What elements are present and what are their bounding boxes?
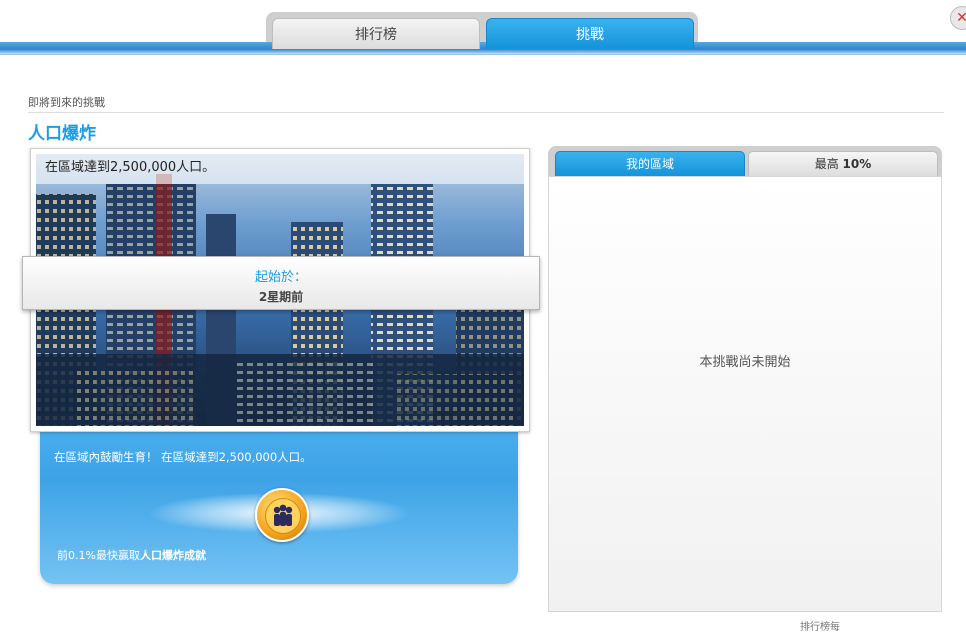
- footer-note: 排行榜每: [800, 622, 840, 633]
- people-icon: [273, 504, 293, 526]
- top-tab-bar: 排行榜 挑戰 ✕: [0, 0, 966, 58]
- tab-top-10-percent[interactable]: 最高 10%: [748, 151, 938, 177]
- tab-challenge[interactable]: 挑戰: [486, 18, 694, 49]
- section-divider: [28, 112, 944, 113]
- start-label: 起始於：: [254, 270, 307, 285]
- population-badge-icon: [255, 488, 309, 542]
- start-time-banner: 起始於： 2星期前: [22, 256, 540, 310]
- badge-inner: [265, 498, 301, 534]
- challenge-goal-caption: 在區域達到2,500,000人口。: [36, 154, 524, 184]
- reward-achievement: 人口爆炸成就: [139, 549, 206, 562]
- close-icon[interactable]: ✕: [950, 6, 966, 30]
- empty-message: 本挑戰尚未開始: [699, 355, 791, 370]
- tab-my-region[interactable]: 我的區域: [555, 151, 745, 177]
- challenge-title: 人口爆炸: [28, 124, 96, 144]
- challenge-description: 在區域內鼓勵生育！ 在區域達到2,500,000人口。: [54, 450, 312, 464]
- tab-top-value: 10%: [842, 157, 872, 171]
- region-leaderboard-panel: 本挑戰尚未開始: [548, 176, 942, 612]
- reward-prefix: 前0.1%最快贏取: [57, 549, 140, 562]
- tab-leaderboard[interactable]: 排行榜: [272, 18, 480, 49]
- tab-top-prefix: 最高: [814, 157, 839, 171]
- top-rail: [0, 42, 966, 55]
- reward-text: 前0.1%最快贏取人口爆炸成就: [57, 547, 206, 563]
- upcoming-challenges-label: 即將到來的挑戰: [28, 96, 105, 109]
- start-value: 2星期前: [258, 290, 304, 304]
